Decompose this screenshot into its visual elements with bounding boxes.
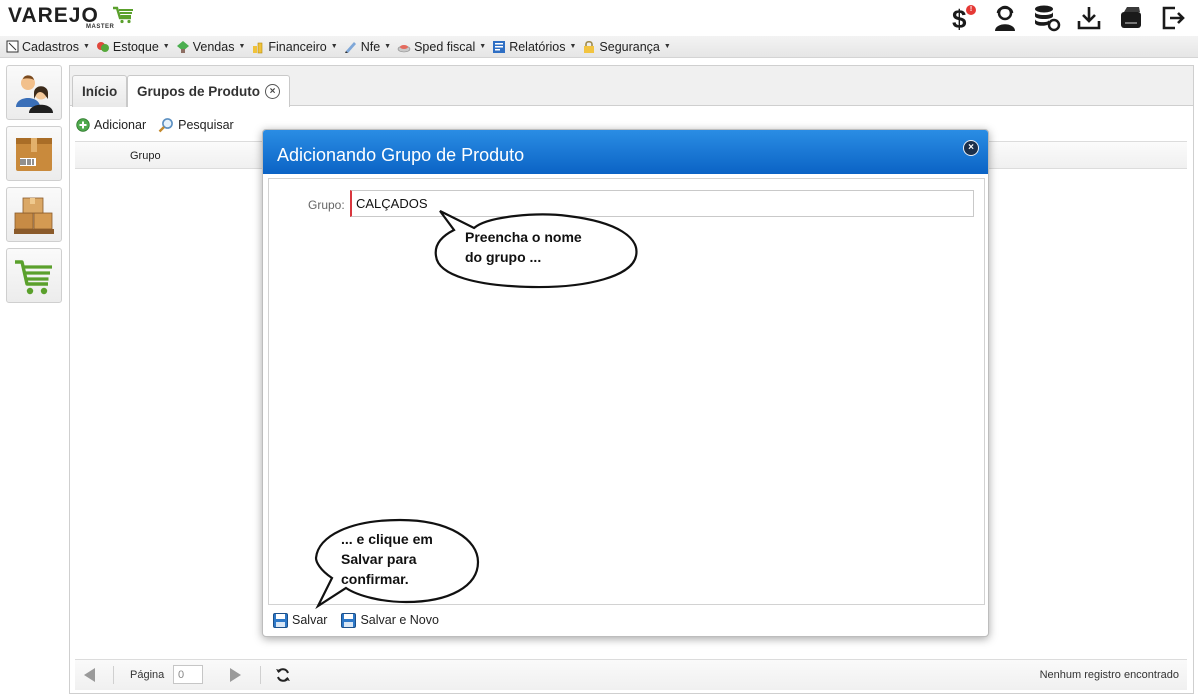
refresh-icon[interactable] — [275, 667, 291, 683]
pager-separator — [260, 666, 261, 684]
menu-cadastros-label: Cadastros — [22, 39, 79, 54]
shopping-cart-icon — [15, 259, 52, 294]
launcher-products[interactable] — [6, 126, 62, 181]
menu-vendas[interactable]: Vendas ▼ — [175, 40, 251, 54]
save-icon — [273, 612, 288, 628]
menu-seguranca[interactable]: Segurança ▼ — [581, 40, 675, 54]
caret-icon: ▼ — [82, 43, 90, 50]
caret-icon: ▼ — [330, 43, 338, 50]
menu-relatorios-label: Relatórios — [509, 39, 566, 54]
menu-sped-fiscal-label: Sped fiscal — [414, 39, 476, 54]
dialog-title: Adicionando Grupo de Produto — [277, 145, 525, 165]
dialog-header: Adicionando Grupo de Produto × — [263, 130, 988, 174]
search-button[interactable]: Pesquisar — [158, 117, 234, 133]
search-button-label: Pesquisar — [178, 118, 234, 132]
menu-financeiro[interactable]: Financeiro ▼ — [250, 40, 342, 54]
menu-cadastros[interactable]: Cadastros ▼ — [4, 40, 95, 54]
grupo-field-label: Grupo: — [308, 198, 345, 212]
grid-toolbar: Adicionar Pesquisar — [76, 112, 234, 138]
tab-close-icon[interactable]: × — [265, 84, 280, 99]
alert-badge: ! — [966, 5, 976, 15]
dialog-close-icon[interactable]: × — [963, 140, 979, 156]
save-and-new-button[interactable]: Salvar e Novo — [341, 612, 439, 628]
relatorios-icon — [492, 40, 506, 54]
tab-grupos-de-produto[interactable]: Grupos de Produto × — [127, 75, 290, 107]
seguranca-icon — [582, 40, 596, 54]
logo-subtitle: MASTER — [86, 24, 115, 30]
add-icon — [76, 118, 90, 132]
hint-bubble-bottom: ... e clique em Salvar para confirmar. — [341, 531, 433, 587]
dialog-footer: Salvar Salvar e Novo — [273, 609, 439, 631]
menu-relatorios[interactable]: Relatórios ▼ — [491, 40, 581, 54]
page-label: Página — [130, 669, 165, 681]
next-page-icon[interactable] — [230, 668, 241, 682]
caret-icon: ▼ — [238, 43, 246, 50]
column-grupo[interactable]: Grupo — [130, 150, 161, 162]
tab-bar: Início Grupos de Produto × — [70, 66, 1193, 107]
download-icon[interactable] — [1074, 3, 1104, 33]
pager-status: Nenhum registro encontrado — [1039, 669, 1179, 681]
menu-estoque-label: Estoque — [112, 39, 159, 54]
nfe-icon — [344, 40, 358, 54]
menu-seguranca-label: Segurança — [599, 39, 660, 54]
estoque-icon — [96, 40, 110, 54]
search-icon — [158, 118, 174, 133]
launcher-stock[interactable] — [6, 187, 62, 242]
launcher-users[interactable] — [6, 65, 62, 120]
users-icon — [16, 74, 53, 113]
page-input[interactable] — [173, 665, 203, 684]
menu-nfe[interactable]: Nfe ▼ — [343, 40, 396, 54]
caret-icon: ▼ — [569, 43, 577, 50]
caret-icon: ▼ — [663, 43, 671, 50]
menu-estoque[interactable]: Estoque ▼ — [95, 40, 175, 54]
tab-inicio[interactable]: Início — [72, 75, 128, 107]
database-settings-icon[interactable] — [1032, 3, 1062, 33]
add-button[interactable]: Adicionar — [76, 118, 146, 132]
financeiro-icon — [251, 40, 265, 54]
tab-inicio-label: Início — [82, 84, 118, 99]
caret-icon: ▼ — [384, 43, 392, 50]
caret-icon: ▼ — [162, 43, 170, 50]
caret-icon: ▼ — [479, 43, 487, 50]
top-bar: VAREJO MASTER $ ! — [0, 0, 1198, 36]
printer-icon[interactable] — [1116, 3, 1146, 33]
save-button-label: Salvar — [292, 613, 328, 627]
product-box-icon — [16, 137, 52, 171]
support-agent-icon[interactable] — [990, 3, 1020, 33]
svg-text:$: $ — [952, 4, 967, 32]
prev-page-icon[interactable] — [84, 668, 95, 682]
logo-cart-icon — [112, 6, 134, 27]
cadastros-icon — [5, 40, 19, 54]
hint-bubble-top: Preencha o nome do grupo ... — [465, 229, 582, 265]
dollar-icon[interactable]: $ ! — [948, 3, 978, 33]
add-button-label: Adicionar — [94, 118, 147, 132]
save-icon — [341, 612, 357, 628]
menu-nfe-label: Nfe — [360, 39, 381, 54]
save-and-new-button-label: Salvar e Novo — [360, 613, 439, 627]
sped-icon — [397, 40, 411, 54]
save-button[interactable]: Salvar — [273, 612, 328, 628]
stock-boxes-icon — [14, 197, 54, 234]
vendas-icon — [176, 40, 190, 54]
menu-sped-fiscal[interactable]: Sped fiscal ▼ — [396, 40, 491, 54]
main-menu: Cadastros ▼ Estoque ▼ Vendas ▼ Financeiro ▼ … — [0, 36, 1198, 58]
launcher-sales[interactable] — [6, 248, 62, 303]
pager: Página Nenhum registro encontrado — [75, 659, 1187, 690]
tab-grupos-label: Grupos de Produto — [137, 84, 260, 99]
logout-icon[interactable] — [1158, 3, 1188, 33]
menu-vendas-label: Vendas — [192, 39, 235, 54]
pager-separator — [113, 666, 114, 684]
menu-financeiro-label: Financeiro — [268, 39, 327, 54]
